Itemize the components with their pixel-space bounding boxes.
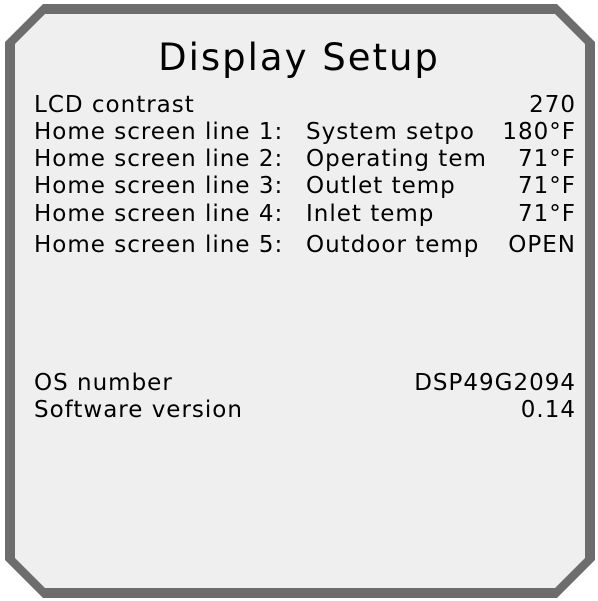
info-label: Software version [34,397,243,423]
setting-row-home-line-3[interactable]: Home screen line 3: Outlet temp 71°F [34,172,576,200]
setting-desc: Inlet temp [306,201,435,227]
setting-row-home-line-1[interactable]: Home screen line 1: System setpo 180°F [34,118,576,146]
setting-desc: Outlet temp [306,173,456,199]
setting-label: Home screen line 2: [34,146,284,172]
setting-value: 71°F [518,146,576,172]
setting-row-home-line-4[interactable]: Home screen line 4: Inlet temp 71°F [34,200,576,228]
info-label: OS number [34,370,173,396]
setting-value: 180°F [502,119,576,145]
setting-row-home-line-5[interactable]: Home screen line 5: Outdoor temp OPEN [34,231,576,259]
setting-value: 71°F [518,173,576,199]
setting-value: 71°F [518,201,576,227]
setting-row-lcd-contrast[interactable]: LCD contrast 270 [34,91,576,119]
setting-desc: Operating tem [306,146,487,172]
info-value: DSP49G2094 [414,370,576,396]
page-title: Display Setup [158,36,440,79]
setting-value: OPEN [508,232,576,258]
setting-label: LCD contrast [34,92,195,118]
setting-desc: System setpo [306,119,475,145]
setting-label: Home screen line 1: [34,119,284,145]
setting-label: Home screen line 4: [34,201,284,227]
setting-row-home-line-2[interactable]: Home screen line 2: Operating tem 71°F [34,145,576,173]
info-row-os-number: OS number DSP49G2094 [34,369,576,397]
setting-label: Home screen line 5: [34,232,284,258]
setting-desc: Outdoor temp [306,232,480,258]
lcd-screen: Display Setup LCD contrast 270 Home scre… [0,0,598,601]
info-row-software-version: Software version 0.14 [34,396,576,424]
info-value: 0.14 [520,397,576,423]
setting-label: Home screen line 3: [34,173,284,199]
setting-value: 270 [529,92,576,118]
